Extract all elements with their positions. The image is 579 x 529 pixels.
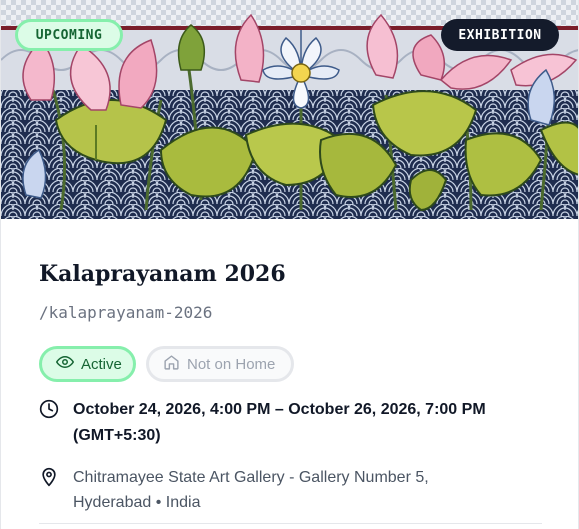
divider (39, 523, 542, 524)
event-venue: Chitramayee State Art Gallery - Gallery … (73, 469, 429, 486)
event-type-badge: EXHIBITION (441, 19, 559, 51)
event-card[interactable]: UPCOMING EXHIBITION Kalaprayanam 2026 /k… (0, 0, 579, 529)
event-date-range: October 24, 2026, 4:00 PM – October 26, … (73, 401, 486, 418)
event-title[interactable]: Kalaprayanam 2026 (39, 261, 542, 287)
active-toggle[interactable]: Active (39, 346, 136, 382)
home-label: Not on Home (187, 355, 276, 373)
event-details: Kalaprayanam 2026 /kalaprayanam-2026 Act… (1, 261, 578, 515)
event-location-row: Chitramayee State Art Gallery - Gallery … (39, 465, 542, 515)
event-timezone: (GMT+5:30) (73, 427, 161, 444)
event-slug: /kalaprayanam-2026 (39, 303, 213, 322)
active-label: Active (81, 355, 122, 373)
clock-icon (39, 397, 59, 449)
status-badge: UPCOMING (15, 19, 123, 51)
home-visibility-toggle[interactable]: Not on Home (146, 346, 294, 382)
event-banner-image: UPCOMING EXHIBITION (1, 0, 578, 219)
event-location-text: Chitramayee State Art Gallery - Gallery … (73, 465, 429, 515)
event-date-row: October 24, 2026, 4:00 PM – October 26, … (39, 397, 542, 449)
map-pin-icon (39, 465, 59, 515)
visibility-pills: Active Not on Home (39, 346, 542, 382)
home-icon (163, 354, 180, 375)
event-date-text: October 24, 2026, 4:00 PM – October 26, … (73, 397, 486, 449)
event-city-country: Hyderabad • India (73, 494, 201, 511)
eye-icon (56, 353, 74, 375)
